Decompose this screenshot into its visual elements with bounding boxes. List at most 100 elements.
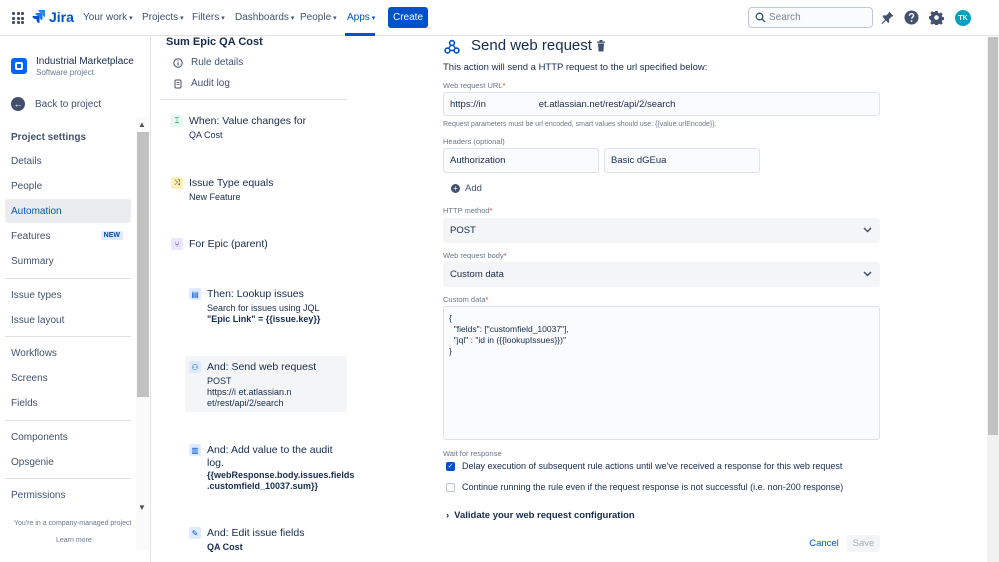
delay-execution-checkbox-row[interactable]: ✓ Delay execution of subsequent rule act… (446, 461, 842, 471)
jira-logo-icon (32, 10, 45, 23)
project-avatar-icon (11, 58, 27, 74)
user-avatar[interactable]: TK (955, 10, 971, 26)
sidebar-scrollbar-thumb[interactable] (137, 132, 149, 397)
sidebar-item-details[interactable]: Details (5, 149, 131, 173)
pencil-icon: ✎ (189, 527, 201, 539)
page-title: Send web request (471, 37, 592, 54)
project-type: Software project (36, 68, 94, 77)
sidebar-item-people[interactable]: People (5, 174, 131, 198)
add-header-button[interactable]: + Add (451, 183, 482, 194)
search-icon (755, 12, 766, 23)
continue-running-checkbox-row[interactable]: Continue running the rule even if the re… (446, 482, 843, 492)
validate-config-toggle[interactable]: › Validate your web request configuratio… (446, 510, 635, 521)
nav-dashboards[interactable]: Dashboards ▾ (235, 12, 294, 23)
web-request-url-field[interactable]: https://in et.atlassian.net/rest/api/2/s… (443, 92, 880, 116)
checkbox-checked-icon[interactable]: ✓ (446, 461, 455, 471)
nav-label: Dashboards (235, 12, 289, 23)
checkbox-unchecked-icon[interactable] (446, 482, 455, 492)
learn-more-link[interactable]: Learn more (56, 537, 92, 544)
body-label-text: Web request body (443, 251, 504, 260)
sidebar-divider (5, 478, 131, 479)
sidebar-divider (5, 420, 131, 421)
rule-details-link[interactable]: Rule details (173, 57, 243, 68)
sidebar-item-permissions[interactable]: Permissions (5, 483, 131, 507)
url-value: https://in et.atlassian.net/rest/api/2/s… (450, 98, 676, 110)
web-request-body-select[interactable]: Custom data (443, 262, 880, 287)
header-name-field[interactable]: Authorization (443, 148, 599, 173)
project-name: Industrial Marketplace (36, 56, 134, 67)
nav-label: Your work (83, 12, 128, 23)
search-placeholder: Search (769, 12, 801, 23)
webhook-icon (444, 39, 460, 54)
sidebar-item-automation[interactable]: Automation (5, 199, 131, 223)
scroll-down-icon[interactable]: ▼ (138, 503, 146, 512)
settings-gear-icon[interactable] (929, 10, 944, 25)
sidebar-item-issue-layout[interactable]: Issue layout (5, 308, 131, 332)
help-icon[interactable] (904, 10, 919, 25)
custom-data-label-text: Custom data (443, 295, 486, 304)
step-detail-smart-value: .customfield_10037.sum}} (207, 481, 319, 491)
header-value-value: Basic dGEua (611, 155, 667, 166)
http-method-label: HTTP method* (443, 206, 492, 215)
body-type-value: Custom data (450, 269, 504, 280)
page-scrollbar-thumb[interactable] (988, 37, 998, 435)
project-settings-heading: Project settings (11, 132, 87, 143)
top-navigation-bar: Jira Your work ▾ Projects ▾ Filters ▾ Dashb… (0, 0, 999, 36)
chevron-down-icon (863, 227, 872, 233)
nav-your-work[interactable]: Your work ▾ (83, 12, 133, 23)
save-button[interactable]: Save (847, 535, 880, 552)
jira-logo[interactable]: Jira (32, 9, 74, 25)
step-title: When: Value changes for (189, 115, 307, 127)
scroll-up-icon[interactable]: ▲ (138, 120, 146, 129)
sidebar-divider (5, 336, 131, 337)
sidebar-item-label: Workflows (11, 347, 57, 359)
step-detail-smart-value: {{webResponse.body.issues.fields (207, 470, 355, 480)
required-asterisk: * (489, 206, 493, 215)
chevron-down-icon: ▾ (221, 15, 225, 22)
audit-log-label: Audit log (191, 78, 230, 89)
rule-details-label: Rule details (191, 57, 244, 68)
sidebar-item-components[interactable]: Components (5, 425, 131, 449)
step-detail: QA Cost (207, 542, 243, 552)
nav-label: Apps (347, 12, 370, 23)
sidebar-item-workflows[interactable]: Workflows (5, 341, 131, 365)
chevron-right-icon: › (446, 510, 450, 521)
nav-filters[interactable]: Filters ▾ (192, 12, 225, 23)
cancel-button[interactable]: Cancel (806, 535, 842, 552)
step-title: And: Edit issue fields (207, 527, 305, 539)
search-input[interactable]: Search (748, 7, 873, 28)
branch-icon: ⑂ (171, 238, 183, 250)
header-value-field[interactable]: Basic dGEua (604, 148, 760, 173)
http-method-select[interactable]: POST (443, 218, 880, 243)
nav-apps[interactable]: Apps ▾ (347, 12, 375, 23)
step-detail: Search for issues using JQL (207, 303, 320, 313)
sidebar-item-fields[interactable]: Fields (5, 391, 131, 415)
audit-log-link[interactable]: Audit log (173, 78, 230, 89)
required-asterisk: * (503, 251, 507, 260)
custom-data-textarea[interactable]: { "fields": ["customfield_10037"], "jql"… (443, 306, 880, 440)
sidebar-item-summary[interactable]: Summary (5, 249, 131, 273)
back-to-project-link[interactable]: ← Back to project (11, 97, 101, 111)
sidebar-item-opsgenie[interactable]: Opsgenie (5, 450, 131, 474)
header-name-value: Authorization (450, 155, 506, 166)
sidebar-item-label: Features (11, 230, 51, 242)
rule-column-divider (160, 99, 347, 100)
http-method-label-text: HTTP method (443, 206, 490, 215)
sidebar-item-features[interactable]: Features NEW (5, 224, 131, 248)
delay-execution-label: Delay execution of subsequent rule actio… (462, 461, 843, 471)
sidebar-item-screens[interactable]: Screens (5, 366, 131, 390)
nav-people[interactable]: People ▾ (300, 12, 337, 23)
url-label-text: Web request URL (443, 81, 503, 90)
nav-projects[interactable]: Projects ▾ (142, 12, 184, 23)
create-button[interactable]: Create (388, 7, 428, 28)
chevron-down-icon: ▾ (290, 15, 295, 22)
web-request-body-label: Web request body* (443, 251, 507, 260)
lookup-icon: ▤ (189, 288, 201, 300)
sidebar-item-issue-types[interactable]: Issue types (5, 283, 131, 307)
required-asterisk: * (485, 295, 489, 304)
trash-icon[interactable] (596, 40, 606, 52)
app-switcher-icon[interactable] (12, 12, 24, 24)
add-label: Add (465, 183, 482, 194)
sidebar-item-label: Automation (11, 205, 62, 217)
notifications-icon[interactable] (880, 10, 895, 25)
